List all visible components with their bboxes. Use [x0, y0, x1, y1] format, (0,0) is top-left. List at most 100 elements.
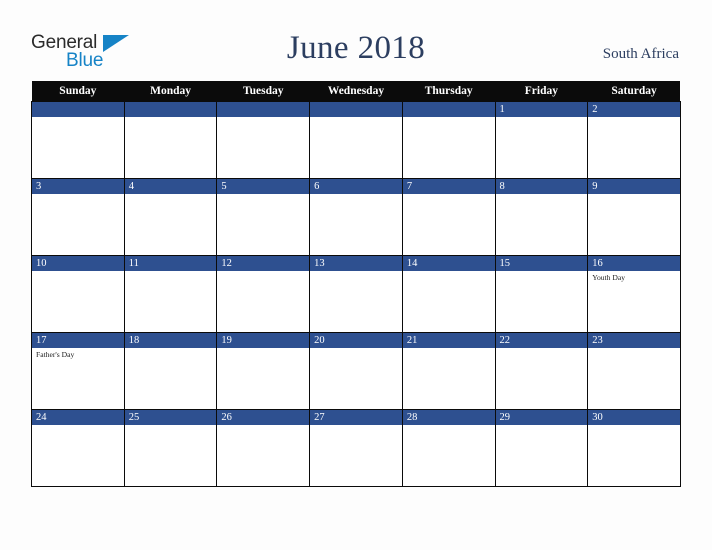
day-events	[32, 117, 124, 119]
day-number: 9	[588, 178, 680, 194]
day-events	[588, 348, 680, 350]
day-events	[217, 271, 309, 273]
day-number: 22	[495, 332, 588, 348]
day-cell[interactable]: 7	[401, 178, 496, 256]
day-events	[310, 348, 402, 350]
day-events	[310, 117, 402, 119]
day-cell[interactable]: 20	[309, 332, 403, 410]
day-number: 20	[310, 332, 402, 348]
day-number	[217, 101, 310, 117]
day-cell-inner	[217, 101, 310, 178]
day-cell[interactable]: 25	[123, 409, 218, 487]
weekday-header-friday: Friday	[495, 81, 588, 101]
day-number: 25	[124, 409, 217, 425]
day-cell[interactable]: 8	[494, 178, 589, 256]
day-number: 11	[124, 255, 217, 271]
day-events	[403, 425, 495, 427]
day-events	[310, 271, 402, 273]
day-cell-inner	[402, 101, 495, 178]
day-cell[interactable]: 26	[216, 409, 311, 487]
day-cell[interactable]: 19	[216, 332, 311, 410]
day-number: 3	[32, 178, 124, 194]
weekday-header-monday: Monday	[124, 81, 217, 101]
day-cell-inner: 6	[310, 178, 402, 255]
day-events	[588, 117, 680, 119]
day-cell[interactable]: 1	[494, 100, 589, 179]
day-events	[32, 271, 124, 273]
day-number: 26	[217, 409, 310, 425]
day-cell[interactable]: 28	[401, 409, 496, 487]
day-cell[interactable]: 22	[494, 332, 589, 410]
day-cell-inner: 1	[495, 101, 588, 178]
day-cell[interactable]: 5	[216, 178, 311, 256]
day-cell-inner	[124, 101, 217, 178]
day-cell[interactable]: 17 Father's Day	[31, 332, 125, 410]
weekday-header-thursday: Thursday	[402, 81, 496, 101]
day-number: 13	[310, 255, 402, 271]
day-number: 2	[588, 101, 680, 117]
day-cell[interactable]: 14	[401, 255, 496, 333]
day-number: 12	[217, 255, 310, 271]
day-events	[217, 194, 309, 196]
day-cell-inner	[310, 101, 402, 178]
day-cell-inner: 9	[588, 178, 680, 255]
day-events	[496, 348, 588, 350]
day-number: 6	[310, 178, 402, 194]
day-cell-empty	[31, 100, 125, 179]
day-events	[125, 271, 217, 273]
page-header: General Blue June 2018 South Africa	[0, 0, 712, 78]
day-cell[interactable]: 4	[123, 178, 218, 256]
month-grid: Sunday Monday Tuesday Wednesday Thursday Frid…	[31, 81, 681, 487]
day-cell[interactable]: 15	[494, 255, 589, 333]
day-number	[310, 101, 402, 117]
day-number: 17	[32, 332, 124, 348]
day-cell[interactable]: 29	[494, 409, 589, 487]
day-cell[interactable]: 18	[123, 332, 218, 410]
day-events	[217, 117, 309, 119]
day-cell-inner: 17 Father's Day	[32, 332, 124, 409]
day-number: 30	[588, 409, 680, 425]
day-cell-inner: 7	[402, 178, 495, 255]
day-events	[310, 425, 402, 427]
day-events	[496, 117, 588, 119]
day-cell[interactable]: 24	[31, 409, 125, 487]
day-number: 29	[495, 409, 588, 425]
weekday-header-wednesday: Wednesday	[309, 81, 403, 101]
day-cell[interactable]: 9	[587, 178, 681, 256]
day-number: 1	[495, 101, 588, 117]
holiday-label: Father's Day	[36, 349, 75, 359]
day-cell[interactable]: 16 Youth Day	[587, 255, 681, 333]
day-cell[interactable]: 10	[31, 255, 125, 333]
day-cell[interactable]: 30	[587, 409, 681, 487]
day-cell[interactable]: 2	[587, 100, 681, 179]
day-events	[496, 425, 588, 427]
day-cell-inner: 25	[124, 409, 217, 486]
day-cell-inner: 19	[217, 332, 310, 409]
day-cell[interactable]: 12	[216, 255, 311, 333]
day-cell-inner: 29	[495, 409, 588, 486]
day-events	[217, 425, 309, 427]
day-cell-inner: 3	[32, 178, 124, 255]
day-cell[interactable]: 21	[401, 332, 496, 410]
week-row: 12	[31, 100, 681, 179]
day-number: 7	[402, 178, 495, 194]
day-number: 4	[124, 178, 217, 194]
day-cell[interactable]: 11	[123, 255, 218, 333]
day-cell[interactable]: 27	[309, 409, 403, 487]
day-cell[interactable]: 6	[309, 178, 403, 256]
country-label: South Africa	[602, 46, 679, 62]
day-number: 18	[124, 332, 217, 348]
day-number: 14	[402, 255, 495, 271]
holiday-label: Youth Day	[592, 272, 625, 282]
day-cell-inner: 27	[310, 409, 402, 486]
week-row: 17 Father's Day 18 19 20 21 22 23	[31, 332, 681, 410]
day-cell-inner: 2	[588, 101, 680, 178]
day-cell[interactable]: 3	[31, 178, 125, 256]
day-cell[interactable]: 13	[309, 255, 403, 333]
day-cell[interactable]: 23	[587, 332, 681, 410]
day-events	[403, 117, 495, 119]
day-events: Youth Day	[588, 271, 680, 283]
day-number: 23	[588, 332, 680, 348]
week-row: 3456789	[31, 178, 681, 256]
day-number: 27	[310, 409, 402, 425]
